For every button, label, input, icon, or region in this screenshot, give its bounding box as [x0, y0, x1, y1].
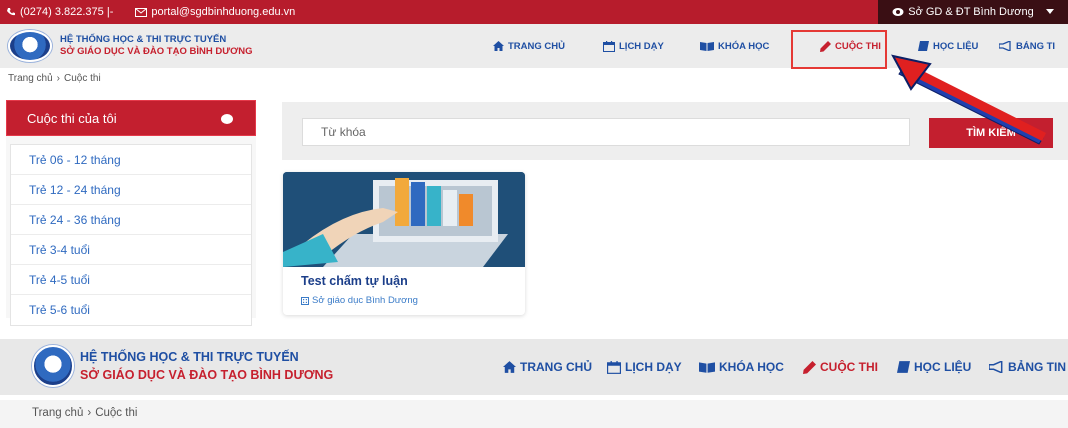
nav-materials-label: HỌC LIỆU	[933, 40, 979, 52]
org-dropdown[interactable]: Sở GD & ĐT Bình Dương	[878, 0, 1068, 24]
site-logo-zoomed[interactable]: HỆ THỐNG HỌC & THI TRỰC TUYẾN SỞ GIÁO DỤ…	[32, 345, 333, 387]
breadcrumb-separator: ›	[56, 73, 60, 84]
home-icon	[503, 361, 516, 373]
book-open-icon	[699, 361, 715, 373]
nav-materials[interactable]: HỌC LIỆU	[897, 360, 989, 374]
contest-card[interactable]: Test chấm tự luận Sở giáo dục Bình Dương	[283, 172, 525, 315]
main-nav-zoomed: TRANG CHỦ LỊCH DẠY KHÓA HỌC CUỘC THI HỌC…	[503, 339, 1067, 395]
list-item[interactable]: Trẻ 5-6 tuổi	[11, 295, 251, 325]
caret-down-icon	[1045, 9, 1054, 15]
logo-emblem	[8, 30, 52, 62]
site-subtitle: SỞ GIÁO DỤC VÀ ĐÀO TẠO BÌNH DƯƠNG	[80, 368, 334, 382]
org-label: Sở GD & ĐT Bình Dương	[908, 6, 1034, 18]
toggle-dot-icon	[221, 114, 233, 124]
nav-contests[interactable]: CUỘC THI	[803, 360, 897, 374]
nav-courses-label: KHÓA HỌC	[718, 40, 770, 52]
book-open-icon	[700, 41, 714, 51]
nav-news[interactable]: BẢNG TIN	[989, 360, 1067, 374]
breadcrumb-current: Cuộc thi	[95, 407, 138, 419]
nav-courses[interactable]: KHÓA HỌC	[699, 360, 803, 374]
list-item[interactable]: Trẻ 24 - 36 tháng	[11, 205, 251, 235]
list-item[interactable]: Trẻ 12 - 24 tháng	[11, 175, 251, 205]
age-group-list: Trẻ 06 - 12 tháng Trẻ 12 - 24 tháng Trẻ …	[10, 144, 252, 326]
pencil-icon	[820, 40, 831, 52]
breadcrumb-home[interactable]: Trang chủ	[32, 407, 83, 419]
phone-icon	[6, 7, 16, 17]
keyword-input[interactable]	[302, 118, 910, 146]
nav-courses-label: KHÓA HỌC	[719, 360, 784, 374]
mail-icon	[135, 7, 148, 17]
contest-sidebar: Cuộc thi của tôi Trẻ 06 - 12 tháng Trẻ 1…	[6, 100, 256, 326]
site-header-zoomed: HỆ THỐNG HỌC & THI TRỰC TUYẾN SỞ GIÁO DỤ…	[0, 339, 1068, 395]
list-item-label: Trẻ 5-6 tuổi	[29, 303, 90, 317]
phone-number[interactable]: (0274) 3.822.375 |-	[20, 6, 113, 18]
contest-title[interactable]: Test chấm tự luận	[301, 274, 408, 288]
breadcrumb: Trang chủ › Cuộc thi	[8, 73, 101, 84]
megaphone-icon	[999, 41, 1012, 51]
list-item[interactable]: Trẻ 3-4 tuổi	[11, 235, 251, 265]
site-subtitle: SỞ GIÁO DỤC VÀ ĐÀO TẠO BÌNH DƯƠNG	[60, 46, 253, 57]
nav-news-label: BẢNG TI	[1016, 40, 1056, 52]
megaphone-icon	[989, 361, 1004, 373]
breadcrumb: Trang chủ › Cuộc thi	[32, 407, 137, 419]
nav-courses[interactable]: KHÓA HỌC	[700, 41, 806, 52]
nav-contests-label: CUỘC THI	[820, 360, 878, 374]
site-logo[interactable]: HỆ THỐNG HỌC & THI TRỰC TUYẾN SỞ GIÁO DỤ…	[8, 30, 252, 62]
site-title: HỆ THỐNG HỌC & THI TRỰC TUYẾN	[60, 34, 227, 45]
contest-publisher: Sở giáo dục Bình Dương	[301, 295, 418, 306]
calendar-icon	[603, 40, 615, 52]
list-item[interactable]: Trẻ 06 - 12 tháng	[11, 145, 251, 175]
nav-schedule[interactable]: LỊCH DẠY	[603, 40, 700, 52]
publisher-label: Sở giáo dục Bình Dương	[312, 295, 418, 306]
list-item-label: Trẻ 3-4 tuổi	[29, 242, 90, 257]
nav-materials-label: HỌC LIỆU	[914, 360, 972, 374]
breadcrumb-home[interactable]: Trang chủ	[8, 73, 53, 84]
main-nav: TRANG CHỦ LỊCH DẠY KHÓA HỌC CUỘC THI HỌC…	[493, 24, 1068, 68]
logo-emblem	[32, 345, 74, 387]
list-item-label: Trẻ 12 - 24 tháng	[29, 182, 121, 197]
nav-home-label: TRANG CHỦ	[520, 360, 592, 374]
search-panel: TÌM KIẾM	[282, 102, 1068, 160]
nav-home-label: TRANG CHỦ	[508, 40, 565, 52]
breadcrumb-separator: ›	[87, 407, 92, 419]
home-icon	[493, 41, 504, 51]
nav-news[interactable]: BẢNG TI	[999, 41, 1068, 52]
email-link[interactable]: portal@sgdbinhduong.edu.vn	[151, 6, 295, 18]
list-item-label: Trẻ 06 - 12 tháng	[29, 152, 121, 167]
calendar-icon	[607, 360, 621, 374]
eye-icon	[892, 7, 904, 17]
nav-schedule-label: LỊCH DẠY	[625, 360, 682, 374]
nav-schedule-label: LỊCH DẠY	[619, 40, 664, 52]
nav-news-label: BẢNG TIN	[1008, 360, 1066, 374]
search-button[interactable]: TÌM KIẾM	[929, 118, 1053, 148]
nav-materials[interactable]: HỌC LIỆU	[904, 41, 999, 52]
list-item-label: Trẻ 4-5 tuổi	[29, 272, 90, 287]
site-title: HỆ THỐNG HỌC & THI TRỰC TUYẾN	[80, 350, 299, 364]
nav-schedule[interactable]: LỊCH DẠY	[607, 360, 699, 374]
nav-contests[interactable]: CUỘC THI	[806, 40, 904, 52]
pencil-icon	[803, 360, 816, 374]
breadcrumb-current: Cuộc thi	[64, 73, 101, 84]
breadcrumb-bar	[0, 400, 1068, 428]
book-icon	[897, 361, 910, 373]
site-header: HỆ THỐNG HỌC & THI TRỰC TUYẾN SỞ GIÁO DỤ…	[0, 24, 1068, 68]
top-contact-bar: (0274) 3.822.375 |- portal@sgdbinhduong.…	[0, 0, 1068, 24]
nav-home[interactable]: TRANG CHỦ	[493, 41, 603, 52]
building-icon	[301, 296, 309, 305]
list-item[interactable]: Trẻ 4-5 tuổi	[11, 265, 251, 295]
nav-contests-label: CUỘC THI	[835, 40, 881, 52]
contest-thumbnail	[283, 172, 525, 267]
my-contests-toggle[interactable]: Cuộc thi của tôi	[6, 100, 256, 136]
my-contests-label: Cuộc thi của tôi	[27, 110, 117, 126]
book-icon	[918, 41, 929, 51]
list-item-label: Trẻ 24 - 36 tháng	[29, 212, 121, 227]
nav-home[interactable]: TRANG CHỦ	[503, 360, 607, 374]
